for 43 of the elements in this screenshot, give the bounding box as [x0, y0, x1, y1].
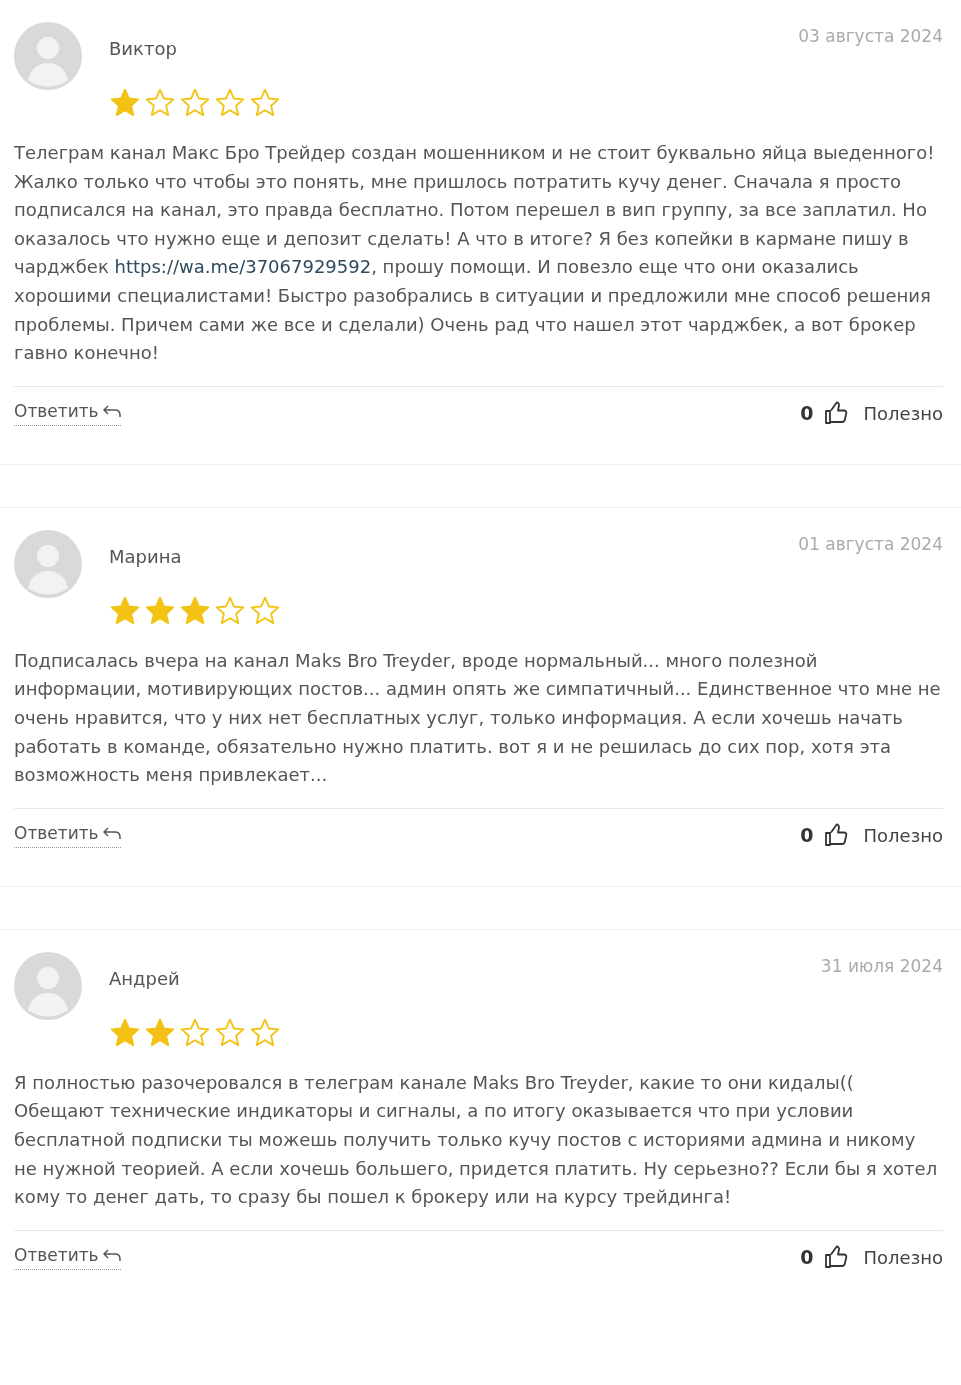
thumbs-up-icon[interactable]	[823, 823, 848, 848]
author-name: Марина	[109, 545, 182, 567]
star-icon	[179, 1016, 211, 1049]
avatar-icon	[14, 951, 82, 1020]
review-text: Подписалась вчера на канал Maks Bro Treyder, вроде нормальный... много полезной информации, мотивирующих постов... админ опять же симпатичный... Единственное что мне не очень нравится, что у них нет бесплатных услуг, только информация. А если хочешь начать работать в команде, обязательно нужно платить. вот я и не решилась до сих пор, хотя эта возможность меня привлекает...	[14, 648, 942, 788]
reply-arrow-icon	[102, 825, 121, 840]
star-icon	[144, 594, 176, 627]
reply-button[interactable]: Ответить	[14, 400, 121, 426]
reply-arrow-icon	[102, 1247, 121, 1262]
review-text: Я полностью разочеровался в телеграм канале Maks Bro Treyder, какие то они кидалы(( Обещают технические индикаторы и сигналы, а по итогу оказывается что при условии бесплатной подписки ты можешь получить только кучу постов с историями админа и никому не нужной теорией. А если хочешь большего, придется платить. Ну серьезно?? Если бы я хотел кому то денег дать, то сразу бы пошел к брокеру или на курсу трейдинга!	[14, 1070, 939, 1210]
reply-arrow-icon	[102, 403, 121, 418]
review-text: Телеграм канал Макс Бро Трейдер создан мошенником и не стоит буквально яйца выеденного! Жалко только что чтобы это понять, мне пришлось потратить кучу денег. Сначала я просто подписался на канал, это правда бесплатно. Потом перешел в вип группу, за все заплатил. Но оказалось что нужно еще и депозит сделать! А что в итоге? Я без копейки в кармане пишу в чарджбек https://wa.me/37067929592, прошу помощи. И повезло еще что они оказались хорошими специалистами! Быстро разобрались в ситуации и предложили мне способ решения проблемы. Причем сами же все и сделали) Очень рад что нашел этот чарджбек, а вот брокер гавно конечно!	[14, 141, 936, 366]
author-name: Андрей	[109, 967, 180, 989]
review-date: 01 августа 2024	[798, 532, 943, 554]
link[interactable]: https://wa.me/37067929592	[114, 256, 372, 278]
star-icon	[179, 594, 211, 627]
like-count: 0	[800, 402, 814, 425]
thumbs-up-icon[interactable]	[823, 401, 848, 426]
avatar-icon	[14, 529, 82, 598]
star-icon	[249, 1016, 281, 1049]
star-icon	[144, 87, 176, 119]
reply-button[interactable]: Ответить	[14, 1244, 121, 1270]
review-date: 03 августа 2024	[798, 25, 943, 46]
useful-button[interactable]: Полезно	[863, 1246, 943, 1268]
star-icon	[249, 594, 281, 627]
useful-button[interactable]: Полезно	[863, 402, 943, 424]
author-name: Виктор	[109, 38, 177, 59]
thumbs-up-icon[interactable]	[823, 1245, 848, 1270]
star-icon	[214, 1016, 246, 1049]
like-count: 0	[800, 1246, 814, 1269]
reply-button[interactable]: Ответить	[14, 822, 121, 848]
avatar-icon	[14, 22, 82, 90]
review-date: 31 июля 2024	[820, 954, 943, 976]
like-count: 0	[800, 824, 814, 847]
star-icon	[109, 1016, 141, 1049]
useful-button[interactable]: Полезно	[863, 824, 943, 846]
star-icon	[214, 87, 246, 119]
star-icon	[179, 87, 211, 119]
star-icon	[144, 1016, 176, 1049]
star-icon	[109, 87, 141, 119]
star-icon	[214, 594, 246, 627]
star-icon	[109, 594, 141, 627]
star-icon	[249, 87, 281, 119]
